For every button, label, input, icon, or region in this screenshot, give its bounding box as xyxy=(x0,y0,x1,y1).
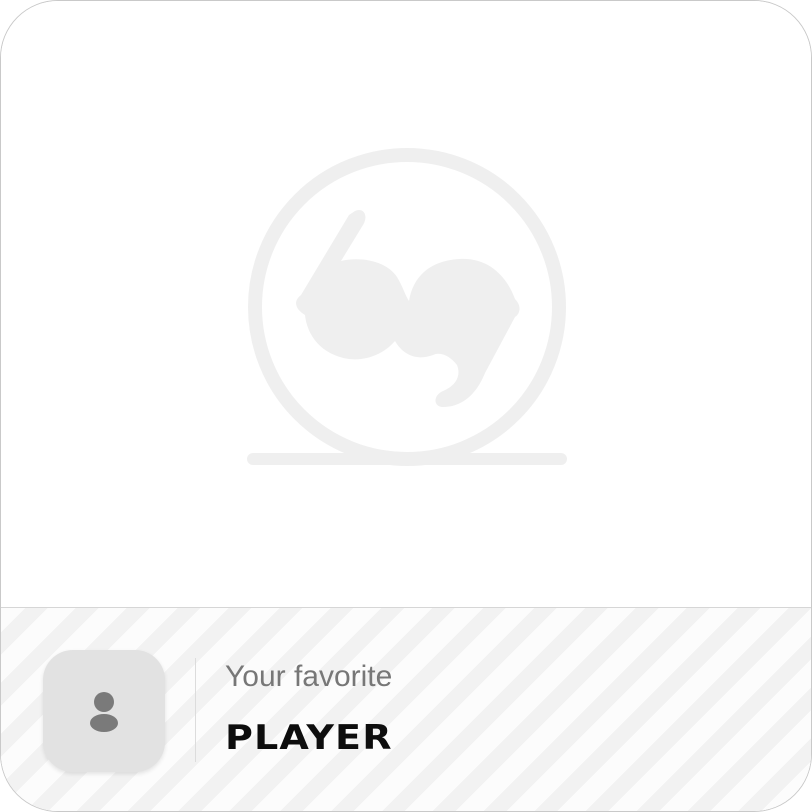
card-footer: Your favorite PLAYER xyxy=(1,607,811,811)
divider xyxy=(195,658,196,762)
card-subtitle: Your favorite xyxy=(225,660,393,693)
avatar[interactable] xyxy=(43,650,165,772)
card-image-area xyxy=(1,1,811,607)
whistle-logo-placeholder-icon xyxy=(247,148,567,466)
user-icon xyxy=(90,692,118,732)
player-card[interactable]: Your favorite PLAYER xyxy=(0,0,812,812)
card-title: PLAYER xyxy=(225,718,393,758)
